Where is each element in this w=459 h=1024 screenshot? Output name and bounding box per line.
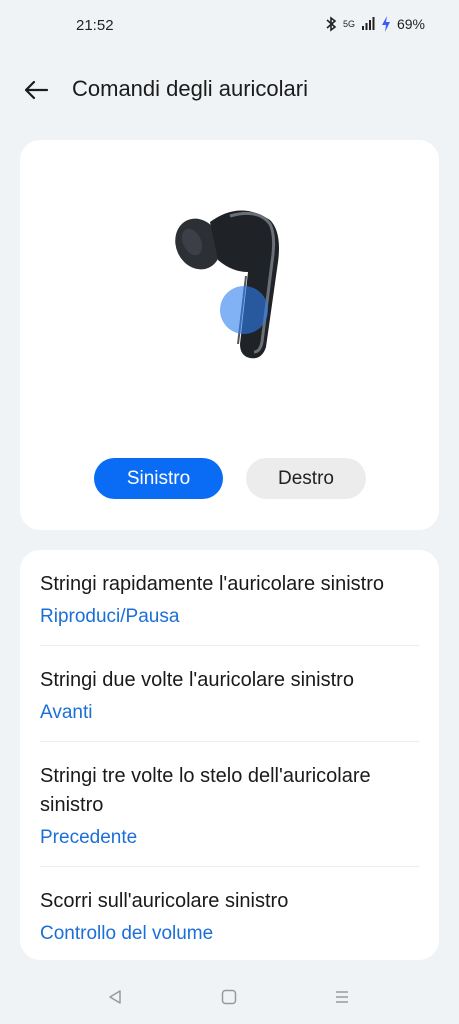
status-icons: 5G 69% — [325, 16, 425, 32]
item-value: Precedente — [40, 827, 138, 848]
controls-list: Stringi rapidamente l'auricolare sinistr… — [20, 550, 439, 960]
list-item[interactable]: Stringi tre volte lo stelo dell'auricola… — [40, 742, 419, 867]
status-time: 21:52 — [76, 17, 114, 34]
arrow-left-icon — [24, 80, 49, 100]
battery-percentage: 69% — [396, 16, 425, 32]
item-value: Riproduci/Pausa — [40, 606, 180, 627]
left-earbud-button[interactable]: Sinistro — [94, 458, 223, 499]
item-title: Stringi tre volte lo stelo dell'auricola… — [40, 765, 371, 816]
network-5g-label: 5G — [342, 19, 355, 29]
list-item[interactable]: Scorri sull'auricolare sinistro Controll… — [40, 867, 419, 962]
system-nav-bar — [0, 978, 459, 1018]
earbud-image — [170, 202, 290, 362]
list-item[interactable]: Stringi due volte l'auricolare sinistro … — [40, 646, 419, 742]
item-title: Scorri sull'auricolare sinistro — [40, 890, 289, 912]
back-button[interactable] — [20, 74, 52, 106]
nav-back-button[interactable] — [102, 984, 128, 1010]
item-value: Controllo del volume — [40, 923, 214, 944]
signal-icon — [361, 17, 375, 31]
right-earbud-button[interactable]: Destro — [246, 458, 366, 499]
item-title: Stringi due volte l'auricolare sinistro — [40, 669, 354, 691]
list-item[interactable]: Stringi rapidamente l'auricolare sinistr… — [40, 550, 419, 646]
side-toggle: Sinistro Destro — [20, 458, 439, 500]
square-home-icon — [221, 989, 237, 1005]
status-bar: 21:52 5G 69% — [0, 0, 459, 52]
bluetooth-icon — [325, 16, 337, 32]
charging-icon — [381, 16, 391, 32]
menu-lines-icon — [336, 991, 348, 1003]
nav-home-button[interactable] — [216, 984, 242, 1010]
item-value: Avanti — [40, 702, 93, 723]
item-title: Stringi rapidamente l'auricolare sinistr… — [40, 573, 384, 595]
page-header: Comandi degli auricolari — [0, 70, 459, 110]
nav-menu-button[interactable] — [329, 984, 355, 1010]
triangle-back-icon — [109, 990, 121, 1004]
page-title: Comandi degli auricolari — [72, 76, 309, 101]
earbud-card: Sinistro Destro — [20, 140, 439, 530]
